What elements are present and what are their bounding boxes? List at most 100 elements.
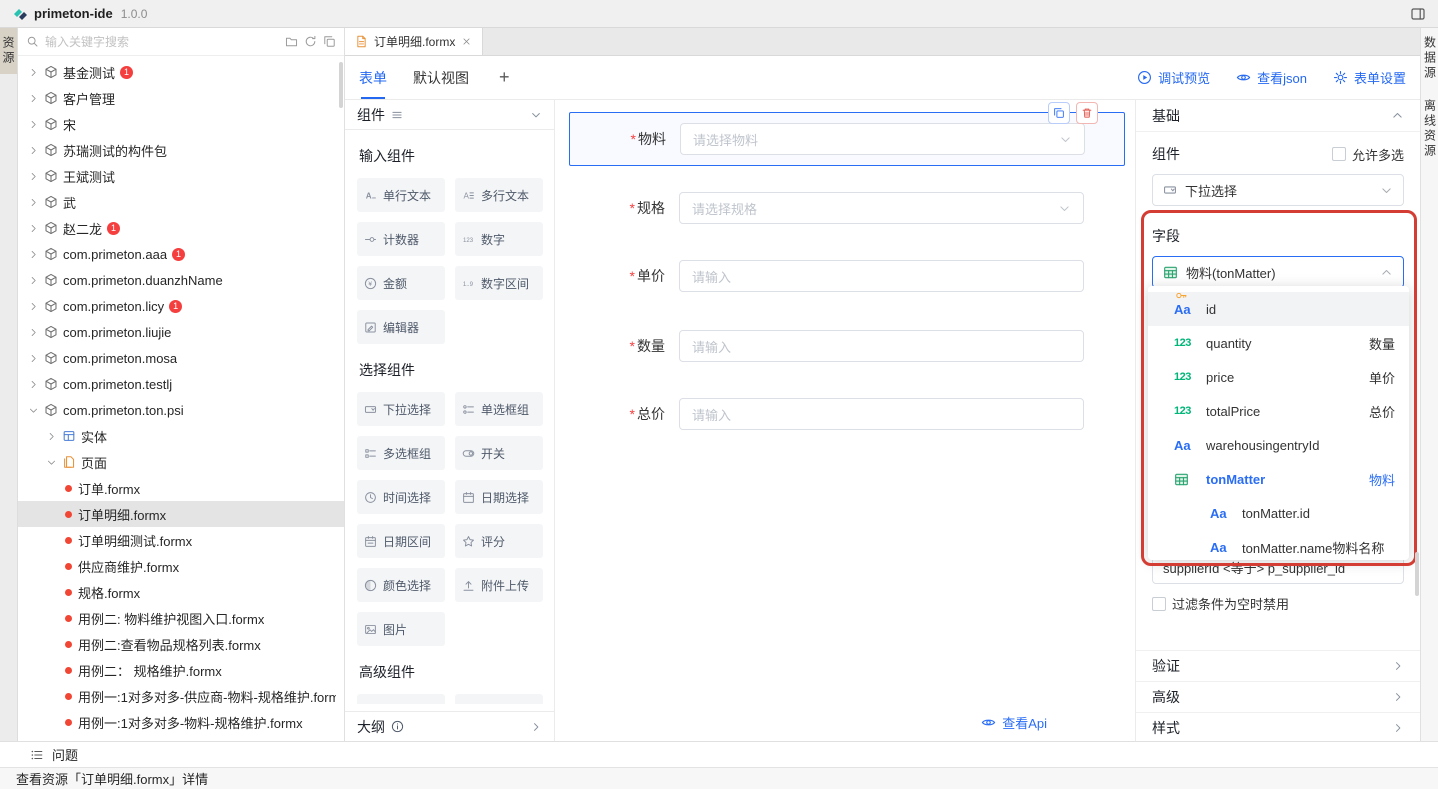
tree-item[interactable]: com.primeton.licy1	[18, 293, 344, 319]
chevron-right-icon[interactable]	[28, 223, 39, 234]
tab-data-source[interactable]: 数据源	[1421, 36, 1438, 81]
scrollbar-thumb[interactable]	[339, 62, 343, 108]
multi-select-checkbox-wrap[interactable]: 允许多选	[1332, 145, 1404, 164]
form-field-row[interactable]: *数量请输入	[569, 330, 1125, 362]
chevron-down-icon[interactable]	[530, 109, 542, 121]
form-canvas[interactable]: *物料请选择物料 *规格请选择规格 *单价请输入 *数量请输入 *总价请输入 查看Api	[555, 100, 1135, 741]
palette-item[interactable]: 1..9数字区间	[455, 266, 543, 300]
tab-resources[interactable]: 资源	[0, 28, 17, 74]
field-input-control[interactable]: 请输入	[679, 330, 1084, 362]
palette-item[interactable]: 颜色选择	[357, 568, 445, 602]
field-select-control[interactable]: 请选择物料	[680, 123, 1085, 155]
tree-item[interactable]: 用例二: 物料维护视图入口.formx	[18, 605, 344, 631]
chevron-right-icon[interactable]	[28, 119, 39, 130]
form-settings-button[interactable]: 表单设置	[1333, 68, 1406, 87]
section-advanced[interactable]: 高级	[1136, 681, 1420, 712]
field-option[interactable]: AatonMatter.name物料名称	[1148, 530, 1409, 560]
tree-item[interactable]: 王斌测试	[18, 163, 344, 189]
tree-item[interactable]: 苏瑞测试的构件包	[18, 137, 344, 163]
tree-item[interactable]: 供应商维护.formx	[18, 553, 344, 579]
field-option[interactable]: tonMatter物料	[1148, 462, 1409, 496]
palette-item[interactable]: ¥金额	[357, 266, 445, 300]
basic-section-header[interactable]: 基础	[1136, 100, 1420, 132]
tree-item[interactable]: com.primeton.aaa1	[18, 241, 344, 267]
view-json-button[interactable]: 查看json	[1236, 68, 1307, 87]
tree-item[interactable]: 赵二龙1	[18, 215, 344, 241]
selected-form-field[interactable]: *物料请选择物料	[569, 112, 1125, 166]
tree-item[interactable]: 基金测试1	[18, 59, 344, 85]
chevron-right-icon[interactable]	[28, 353, 39, 364]
tree-item[interactable]: com.primeton.duanzhName	[18, 267, 344, 293]
form-field-row[interactable]: *单价请输入	[569, 260, 1125, 292]
chevron-right-icon[interactable]	[28, 67, 39, 78]
palette-item[interactable]: 编辑器	[357, 310, 445, 344]
field-input-control[interactable]: 请输入	[679, 398, 1084, 430]
copy-field-button[interactable]	[1048, 102, 1070, 124]
collapse-folders-icon[interactable]	[285, 35, 298, 48]
tree-item[interactable]: com.primeton.testlj	[18, 371, 344, 397]
field-option[interactable]: 123totalPrice总价	[1148, 394, 1409, 428]
palette-item[interactable]: 日期选择	[455, 480, 543, 514]
editor-tab-active[interactable]: 订单明细.formx	[345, 28, 483, 55]
panel-toggle-icon[interactable]	[1410, 6, 1426, 22]
chevron-right-icon[interactable]	[28, 249, 39, 260]
palette-item[interactable]: 多选框组	[357, 436, 445, 470]
tab-form[interactable]: 表单	[359, 56, 387, 99]
tree-item[interactable]: 宋	[18, 111, 344, 137]
form-field-row[interactable]: *总价请输入	[569, 398, 1125, 430]
chevron-right-icon[interactable]	[28, 301, 39, 312]
tree-item[interactable]: 用例一:1对多对多-供应商-物料-规格维护.formx	[18, 683, 344, 709]
field-option[interactable]: AawarehousingentryId	[1148, 428, 1409, 462]
tree-item[interactable]: 用例二:查看物品规格列表.formx	[18, 631, 344, 657]
chevron-right-icon[interactable]	[28, 197, 39, 208]
palette-item-clipped[interactable]	[357, 694, 445, 704]
tree-item[interactable]: com.primeton.ton.psi	[18, 397, 344, 423]
close-tab-icon[interactable]	[461, 36, 472, 47]
palette-item[interactable]: 时间选择	[357, 480, 445, 514]
palette-item[interactable]: 日期区间	[357, 524, 445, 558]
filter-disable-checkbox-row[interactable]: 过滤条件为空时禁用	[1152, 594, 1289, 613]
filter-disable-checkbox[interactable]	[1152, 597, 1166, 611]
locate-file-icon[interactable]	[323, 35, 336, 48]
field-option[interactable]: 123price单价	[1148, 360, 1409, 394]
tree-item[interactable]: 订单.formx	[18, 475, 344, 501]
refresh-icon[interactable]	[304, 35, 317, 48]
tree-item[interactable]: 页面	[18, 449, 344, 475]
debug-preview-button[interactable]: 调试预览	[1137, 68, 1210, 87]
palette-item[interactable]: 计数器	[357, 222, 445, 256]
tree-item[interactable]: 规格.formx	[18, 579, 344, 605]
tree-item[interactable]: com.primeton.liujie	[18, 319, 344, 345]
palette-item[interactable]: 评分	[455, 524, 543, 558]
chevron-down-icon[interactable]	[46, 457, 57, 468]
tree-item[interactable]: 客户管理	[18, 85, 344, 111]
tree-item[interactable]: 用例一:1对多对多-物料-规格维护.formx	[18, 709, 344, 735]
view-api-link[interactable]: 查看Api	[981, 713, 1047, 732]
palette-item[interactable]: 开关	[455, 436, 543, 470]
palette-item[interactable]: 下拉选择	[357, 392, 445, 426]
form-field-row[interactable]: *规格请选择规格	[569, 192, 1125, 224]
tab-offline-resources[interactable]: 离线资源	[1421, 99, 1438, 159]
tree-item[interactable]: 订单明细测试.formx	[18, 527, 344, 553]
palette-item[interactable]: A多行文本	[455, 178, 543, 212]
chevron-right-icon[interactable]	[28, 93, 39, 104]
chevron-right-icon[interactable]	[28, 379, 39, 390]
tree-item[interactable]: 用例二： 规格维护.formx	[18, 657, 344, 683]
search-input[interactable]	[45, 35, 279, 49]
tree-item[interactable]: 武	[18, 189, 344, 215]
tree-item[interactable]: 实体	[18, 423, 344, 449]
scrollbar-thumb[interactable]	[1415, 552, 1419, 596]
field-option[interactable]: AatonMatter.id	[1148, 496, 1409, 530]
delete-field-button[interactable]	[1076, 102, 1098, 124]
multi-select-checkbox[interactable]	[1332, 147, 1346, 161]
chevron-right-icon[interactable]	[28, 275, 39, 286]
section-validation[interactable]: 验证	[1136, 650, 1420, 681]
field-select-control[interactable]: 请选择规格	[679, 192, 1084, 224]
palette-item[interactable]: 123数字	[455, 222, 543, 256]
problems-bar[interactable]: 问题	[0, 741, 1438, 767]
add-view-button[interactable]: +	[499, 67, 510, 88]
field-option[interactable]: Aaid	[1148, 292, 1409, 326]
chevron-right-icon[interactable]	[46, 431, 57, 442]
section-style[interactable]: 样式	[1136, 712, 1420, 741]
chevron-right-icon[interactable]	[28, 171, 39, 182]
tree-item[interactable]: com.primeton.mosa	[18, 345, 344, 371]
